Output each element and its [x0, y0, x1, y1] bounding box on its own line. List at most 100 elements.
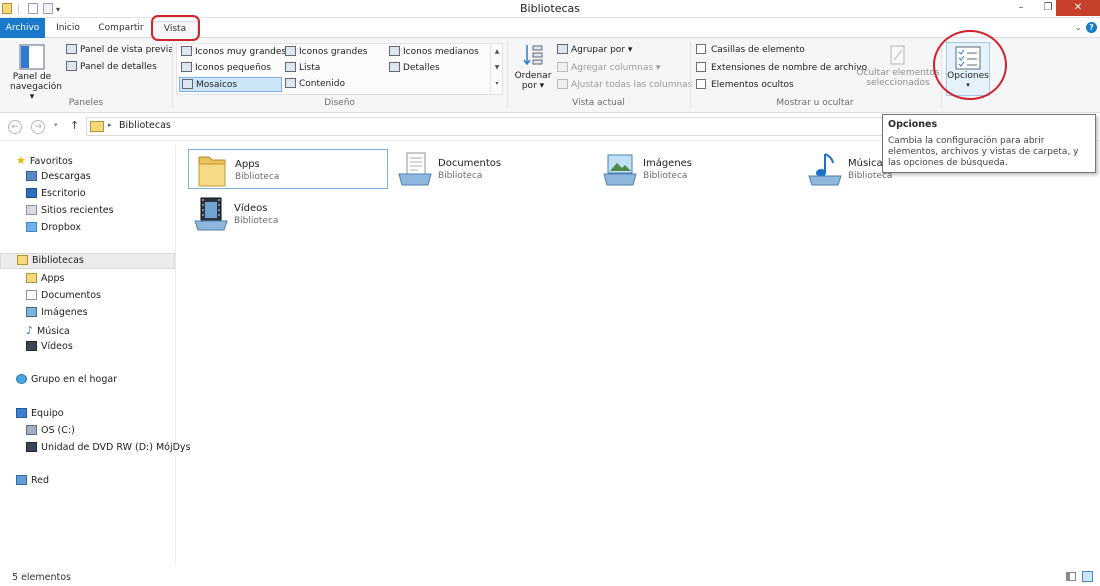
folder-icon — [198, 156, 226, 187]
breadcrumb-separator-icon[interactable]: ▸ — [108, 121, 112, 129]
group-by-button[interactable]: Agrupar por ▾ — [557, 44, 632, 55]
recent-locations-chevron-icon[interactable]: ▾ — [54, 121, 58, 129]
navigation-pane-button[interactable]: Panel de navegación ▾ — [10, 41, 62, 102]
nav-item-imagenes[interactable]: Imágenes — [26, 307, 88, 318]
network-icon — [16, 475, 27, 485]
close-button[interactable]: ✕ — [1056, 0, 1100, 16]
videos-icon — [26, 341, 37, 351]
library-tile-imagenes[interactable]: Imágenes Biblioteca — [597, 149, 797, 189]
item-checkboxes-label: Casillas de elemento — [711, 45, 805, 55]
sort-by-label-line2: por — [521, 81, 537, 91]
nav-item-videos[interactable]: Vídeos — [26, 341, 73, 352]
nav-item-sitios-recientes[interactable]: Sitios recientes — [26, 205, 114, 216]
sort-by-button[interactable]: Ordenar por ▾ — [513, 41, 553, 97]
details-view-icon[interactable] — [1066, 572, 1076, 581]
recent-places-icon — [26, 205, 37, 215]
checkbox[interactable] — [696, 44, 706, 54]
layout-details[interactable]: Detalles — [389, 62, 440, 73]
nav-item-favoritos[interactable]: ★ Favoritos — [16, 154, 73, 167]
options-label: Opciones — [947, 71, 989, 81]
library-name: Música — [848, 158, 883, 169]
up-button[interactable]: ↑ — [70, 119, 79, 132]
item-checkboxes-toggle[interactable]: Casillas de elemento — [696, 44, 805, 55]
library-tile-documentos[interactable]: Documentos Biblioteca — [392, 149, 592, 189]
library-tile-videos[interactable]: Vídeos Biblioteca — [188, 194, 388, 234]
documents-library-icon — [398, 152, 432, 186]
large-icons-view-icon[interactable] — [1082, 571, 1093, 582]
layout-list[interactable]: Lista — [285, 62, 320, 73]
library-name: Apps — [235, 159, 260, 170]
layout-content[interactable]: Contenido — [285, 78, 345, 89]
nav-item-bibliotecas[interactable]: Bibliotecas — [0, 253, 175, 269]
address-bar[interactable]: ▸ Bibliotecas — [86, 117, 886, 136]
hide-selected-label-line2: seleccionados — [866, 78, 930, 88]
pictures-library-icon — [603, 154, 637, 186]
hidden-items-label: Elementos ocultos — [711, 80, 794, 90]
checkbox[interactable] — [696, 79, 706, 89]
library-tile-apps[interactable]: Apps Biblioteca — [188, 149, 388, 189]
layout-medium-icons[interactable]: Iconos medianos — [389, 46, 479, 57]
nav-item-musica[interactable]: ♪ Música — [26, 324, 70, 337]
layout-gallery: Iconos muy grandes Iconos grandes Iconos… — [176, 43, 503, 95]
nav-item-descargas[interactable]: Descargas — [26, 171, 91, 182]
minimize-button[interactable]: – — [1010, 0, 1032, 16]
hide-selected-button[interactable]: Ocultar elementos seleccionados — [856, 44, 940, 88]
preview-pane-label: Panel de vista previa — [80, 45, 174, 55]
nav-item-os-c[interactable]: OS (C:) — [26, 425, 75, 436]
tab-archivo[interactable]: Archivo — [0, 18, 45, 38]
navigation-pane-label-line1: Panel de — [12, 72, 52, 82]
nav-item-apps[interactable]: Apps — [26, 273, 65, 284]
sort-by-icon — [523, 45, 543, 66]
layout-label: Iconos pequeños — [195, 63, 271, 73]
layout-extra-large-icons[interactable]: Iconos muy grandes — [181, 46, 286, 57]
details-pane-button[interactable]: Panel de detalles — [66, 61, 157, 72]
nav-item-grupo-hogar[interactable]: Grupo en el hogar — [16, 374, 117, 385]
gallery-scroll[interactable]: ▲ ▼ ▾ — [490, 44, 503, 94]
status-bar: 5 elementos — [0, 566, 1100, 586]
nav-label: Equipo — [31, 408, 64, 419]
libraries-folder-icon — [90, 121, 104, 132]
small-icons-icon — [181, 62, 192, 72]
large-icons-icon — [285, 46, 296, 56]
hidden-items-toggle[interactable]: Elementos ocultos — [696, 79, 794, 90]
layout-large-icons[interactable]: Iconos grandes — [285, 46, 367, 57]
nav-item-dvd-drive[interactable]: Unidad de DVD RW (D:) MójDys — [26, 442, 191, 453]
fit-columns-label: Ajustar todas las columnas — [571, 80, 693, 90]
nav-label: Favoritos — [29, 156, 73, 167]
help-icon[interactable]: ? — [1086, 22, 1097, 33]
nav-label: Documentos — [41, 290, 101, 301]
nav-item-escritorio[interactable]: Escritorio — [26, 188, 86, 199]
downloads-icon — [26, 171, 37, 181]
preview-pane-button[interactable]: Panel de vista previa — [66, 44, 174, 55]
library-name: Vídeos — [234, 203, 268, 214]
collapse-ribbon-chevron-icon[interactable]: ⌄ — [1075, 23, 1082, 32]
nav-item-documentos[interactable]: Documentos — [26, 290, 101, 301]
libraries-icon — [17, 255, 28, 265]
back-button[interactable]: ← — [8, 120, 22, 134]
breadcrumb-bibliotecas[interactable]: Bibliotecas — [119, 120, 171, 131]
tab-vista[interactable]: Vista — [152, 21, 198, 38]
forward-button[interactable]: → — [31, 120, 45, 134]
layout-small-icons[interactable]: Iconos pequeños — [181, 62, 271, 73]
nav-item-equipo[interactable]: Equipo — [16, 408, 64, 419]
checkbox[interactable] — [696, 62, 706, 72]
options-button[interactable]: Opciones ▾ — [946, 42, 990, 96]
ribbon: Panel de navegación ▾ Panel de vista pre… — [0, 38, 1100, 113]
library-type: Biblioteca — [643, 171, 688, 181]
tab-inicio[interactable]: Inicio — [47, 21, 89, 38]
nav-label: Imágenes — [41, 307, 88, 318]
tab-compartir[interactable]: Compartir — [92, 21, 150, 38]
add-columns-button[interactable]: Agregar columnas ▾ — [557, 62, 660, 73]
add-columns-icon — [557, 62, 568, 72]
nav-item-red[interactable]: Red — [16, 475, 49, 486]
nav-label: Música — [37, 326, 70, 337]
details-pane-label: Panel de detalles — [80, 62, 157, 72]
file-extensions-toggle[interactable]: Extensiones de nombre de archivo — [696, 62, 867, 73]
add-columns-label: Agregar columnas — [571, 63, 654, 73]
fit-columns-button[interactable]: Ajustar todas las columnas — [557, 79, 692, 90]
layout-tiles[interactable]: Mosaicos — [179, 77, 282, 92]
dropbox-icon — [26, 222, 37, 232]
computer-icon — [16, 408, 27, 418]
nav-label: Dropbox — [41, 222, 82, 233]
nav-item-dropbox[interactable]: Dropbox — [26, 222, 81, 233]
